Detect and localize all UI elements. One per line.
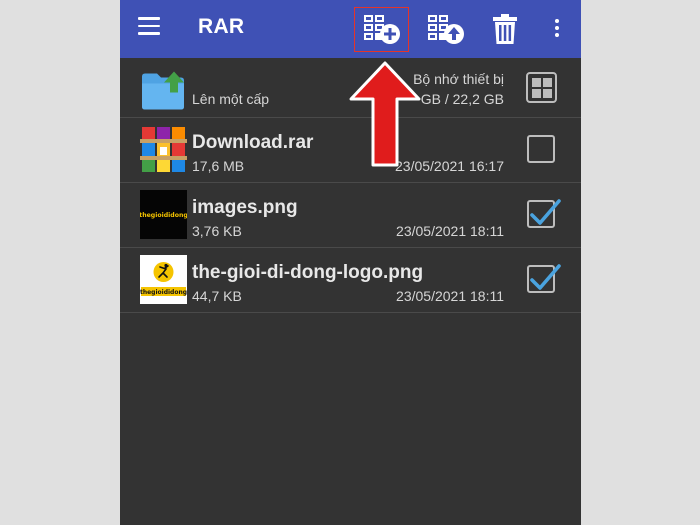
more-options-button[interactable] <box>545 8 569 50</box>
checkmark-icon <box>530 264 561 290</box>
file-date: 23/05/2021 18:11 <box>396 223 504 239</box>
file-size: 44,7 KB <box>192 288 242 304</box>
archive-extract-icon <box>428 15 464 44</box>
select-checkbox[interactable] <box>527 264 561 293</box>
file-name: the-gioi-di-dong-logo.png <box>192 262 424 283</box>
menu-icon[interactable] <box>138 17 160 39</box>
storage-size: GB / 22,2 GB <box>420 91 504 107</box>
more-vertical-icon <box>555 19 559 23</box>
file-row[interactable]: thegioididong images.png 3,76 KB 23/05/2… <box>120 183 581 248</box>
grid-view-button[interactable] <box>526 72 557 103</box>
archive-add-icon <box>364 15 400 44</box>
image-thumbnail: thegioididong <box>140 190 187 239</box>
file-size: 3,76 KB <box>192 223 242 239</box>
folder-up-icon <box>142 71 184 110</box>
file-name: Download.rar <box>192 132 314 153</box>
file-size: 17,6 MB <box>192 158 245 174</box>
trash-icon <box>493 14 517 44</box>
image-thumbnail: thegioididong <box>140 255 187 304</box>
app-bar: RAR <box>120 0 581 58</box>
parent-folder-label: Lên một cấp <box>192 91 270 107</box>
file-date: 23/05/2021 16:17 <box>395 158 504 174</box>
select-checkbox[interactable] <box>527 135 555 163</box>
storage-name: Bộ nhớ thiết bị <box>413 71 504 87</box>
rar-file-icon <box>140 127 187 172</box>
svg-text:thegioididong: thegioididong <box>140 212 187 219</box>
app-title: RAR <box>198 15 245 38</box>
file-date: 23/05/2021 18:11 <box>396 288 504 304</box>
add-to-archive-button[interactable] <box>354 7 409 52</box>
file-name: images.png <box>192 197 298 218</box>
svg-text:thegioididong: thegioididong <box>140 289 187 296</box>
select-checkbox[interactable] <box>527 199 561 228</box>
delete-button[interactable] <box>486 8 530 50</box>
file-row[interactable]: thegioididong the-gioi-di-dong-logo.png … <box>120 248 581 313</box>
extract-button[interactable] <box>422 8 466 50</box>
rar-app-screen: RAR Lên một cấp Bộ nhớ thiết bị GB / 22,… <box>120 0 581 525</box>
checkmark-icon <box>530 199 561 225</box>
file-row[interactable]: Download.rar 17,6 MB 23/05/2021 16:17 <box>120 118 581 183</box>
parent-folder-row[interactable]: Lên một cấp Bộ nhớ thiết bị GB / 22,2 GB <box>120 58 581 118</box>
